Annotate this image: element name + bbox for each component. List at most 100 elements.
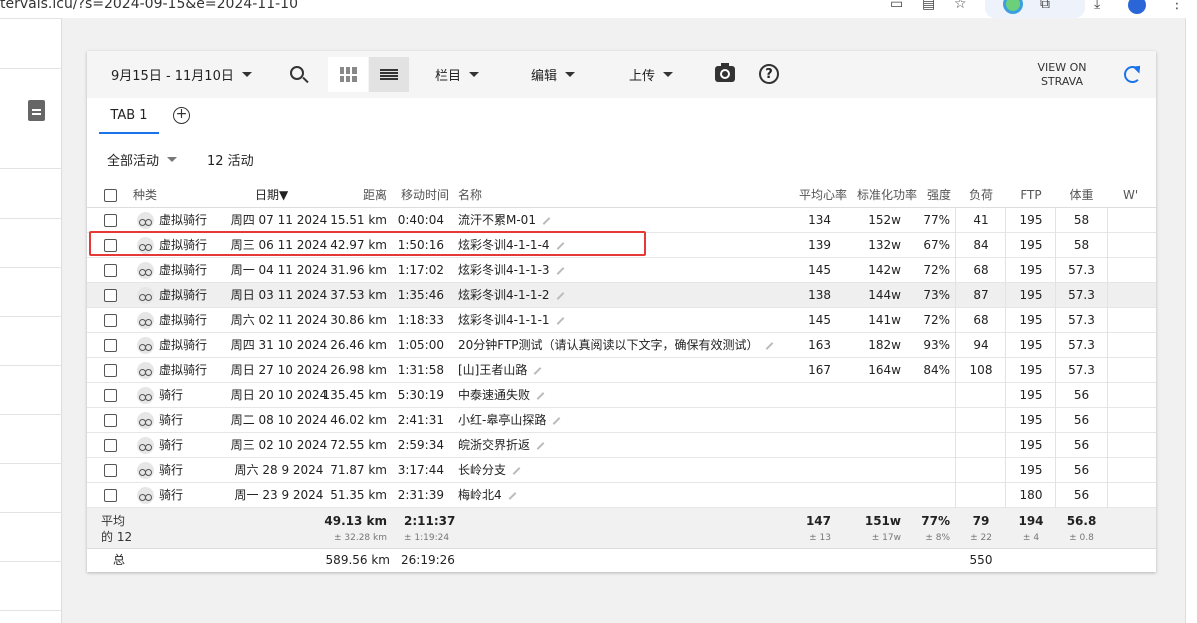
row-checkbox[interactable] [104,364,117,377]
table-row[interactable]: 骑行 周二 08 10 2024 46.02 km 2:41:31 小红-皋亭山探路 19… [87,408,1156,433]
avg-intensity-sd: ± 8% [925,533,950,543]
refresh-icon[interactable] [1124,66,1141,83]
column-divider [1107,208,1108,233]
upload-menu[interactable]: 上传 [629,51,674,98]
edit-pencil-icon[interactable] [556,316,564,325]
col-name[interactable]: 名称 [458,183,482,208]
cell-name[interactable]: 小红-皋亭山探路 [458,408,561,433]
col-intensity[interactable]: 强度 [919,183,951,208]
cell-type: 虚拟骑行 [159,338,208,352]
edit-pencil-icon[interactable] [765,341,773,350]
col-load[interactable]: 负荷 [957,183,993,208]
cell-name[interactable]: 长岭分支 [458,458,521,483]
row-checkbox[interactable] [104,389,117,402]
cell-name[interactable]: 炫彩冬训4-1-1-2 [458,283,565,308]
col-avg-hr[interactable]: 平均心率 [787,183,847,208]
select-all-checkbox[interactable] [104,189,117,202]
edit-pencil-icon[interactable] [556,266,564,275]
col-weight[interactable]: 体重 [1059,183,1104,208]
column-divider [1107,433,1108,458]
row-checkbox[interactable] [104,339,117,352]
cell-name[interactable]: 中泰速通失败 [458,383,545,408]
help-icon[interactable]: ? [759,64,779,84]
edit-pencil-icon[interactable] [536,391,545,400]
puzzle-icon[interactable]: ⧉ [1040,0,1050,12]
cell-name[interactable]: 皖浙交界折返 [458,433,545,458]
row-checkbox[interactable] [104,264,117,277]
row-checkbox[interactable] [104,289,117,302]
table-row[interactable]: 骑行 周六 28 9 2024 71.87 km 3:17:44 长岭分支 195 56 [87,458,1156,483]
row-checkbox[interactable] [104,439,117,452]
search-icon[interactable] [290,66,304,80]
edit-pencil-icon[interactable] [508,491,517,500]
col-moving-time[interactable]: 移动时间 [392,183,449,208]
col-ftp[interactable]: FTP [1011,183,1051,208]
date-range-selector[interactable]: 9月15日 - 11月10日 [111,51,252,98]
table-row[interactable]: 虚拟骑行 周日 03 11 2024 37.53 km 1:35:46 炫彩冬训4-1-… [87,283,1156,308]
cell-distance: 72.55 km [330,438,387,452]
row-checkbox[interactable] [104,414,117,427]
col-date[interactable]: 日期▼ [255,183,288,208]
edit-pencil-icon[interactable] [536,441,545,450]
sidebar-divider [0,267,62,268]
col-wprime[interactable]: W' [1123,183,1138,208]
cell-np [857,383,901,408]
table-row[interactable]: 虚拟骑行 周四 07 11 2024 15.51 km 0:40:04 流汗不累M-01… [87,208,1156,233]
profile-avatar[interactable] [1128,0,1146,14]
table-row[interactable]: 虚拟骑行 周六 02 11 2024 30.86 km 1:18:33 炫彩冬训4-1-… [87,308,1156,333]
column-divider [1005,358,1006,383]
column-divider [1107,483,1108,508]
edit-pencil-icon[interactable] [542,216,551,225]
edit-pencil-icon[interactable] [533,366,542,375]
tab-1[interactable]: TAB 1 [99,108,159,134]
camera-icon[interactable] [715,63,735,82]
cell-name[interactable]: 炫彩冬训4-1-1-3 [458,258,565,283]
table-row[interactable]: 骑行 周一 23 9 2024 51.35 km 2:31:39 梅岭北4 180 56 [87,483,1156,508]
cell-name[interactable]: 20分钟FTP测试（请认真阅读以下文字，确保有效测试） [458,333,774,358]
edit-menu[interactable]: 编辑 [531,51,576,98]
col-np[interactable]: 标准化功率 [852,183,917,208]
edit-pencil-icon[interactable] [556,291,564,300]
table-row[interactable]: 虚拟骑行 周一 04 11 2024 31.96 km 1:17:02 炫彩冬训4-1-… [87,258,1156,283]
cell-intensity [915,458,950,483]
cell-name[interactable]: 流汗不累M-01 [458,208,551,233]
edit-pencil-icon[interactable] [552,416,561,425]
grid-view-button[interactable] [328,57,368,92]
more-menu-icon[interactable]: ⋮ [1170,0,1184,12]
row-checkbox[interactable] [104,489,117,502]
download-icon[interactable]: ⤓ [1094,0,1100,12]
col-distance[interactable]: 距离 [337,183,387,208]
install-app-icon[interactable]: ▭ [890,0,903,12]
row-checkbox[interactable] [104,214,117,227]
url-text[interactable]: tervals.icu/?s=2024-09-15&e=2024-11-10 [0,0,298,12]
column-divider [955,483,956,508]
row-checkbox[interactable] [104,314,117,327]
document-icon[interactable] [28,100,45,121]
row-checkbox[interactable] [104,464,117,477]
table-row[interactable]: 骑行 周三 02 10 2024 72.55 km 2:59:34 皖浙交界折返 195 5… [87,433,1156,458]
list-view-button[interactable] [369,57,409,92]
column-divider [955,383,956,408]
table-row[interactable]: 骑行 周日 20 10 2024 135.45 km 5:30:19 中泰速通失败 195… [87,383,1156,408]
column-divider [955,358,956,383]
cell-weight: 57.3 [1068,288,1095,302]
add-tab-icon[interactable]: + [173,107,190,124]
view-on-strava-button[interactable]: VIEW ON STRAVA [1029,61,1095,89]
translate-icon[interactable]: ▤ [922,0,935,12]
cell-name[interactable]: 炫彩冬训4-1-1-1 [458,308,565,333]
bookmark-star-icon[interactable]: ☆ [954,0,967,12]
table-row[interactable]: 虚拟骑行 周日 27 10 2024 26.98 km 1:31:58 [山]王者山路 1… [87,358,1156,383]
total-time: 26:19:26 [401,553,455,567]
columns-menu[interactable]: 栏目 [435,51,480,98]
browser-address-bar[interactable]: tervals.icu/?s=2024-09-15&e=2024-11-10 ▭… [0,0,1197,18]
edit-pencil-icon[interactable] [512,466,521,475]
activity-filter-select[interactable]: 全部活动 [107,150,178,169]
column-divider [1055,483,1056,508]
cell-name[interactable]: [山]王者山路 [458,358,542,383]
cell-name[interactable]: 梅岭北4 [458,483,517,508]
cell-load: 68 [973,263,989,277]
strava-line1: VIEW ON [1037,61,1087,74]
col-type[interactable]: 种类 [133,183,157,208]
table-row[interactable]: 虚拟骑行 周四 31 10 2024 26.46 km 1:05:00 20分钟FTP测… [87,333,1156,358]
cell-load [963,408,999,433]
